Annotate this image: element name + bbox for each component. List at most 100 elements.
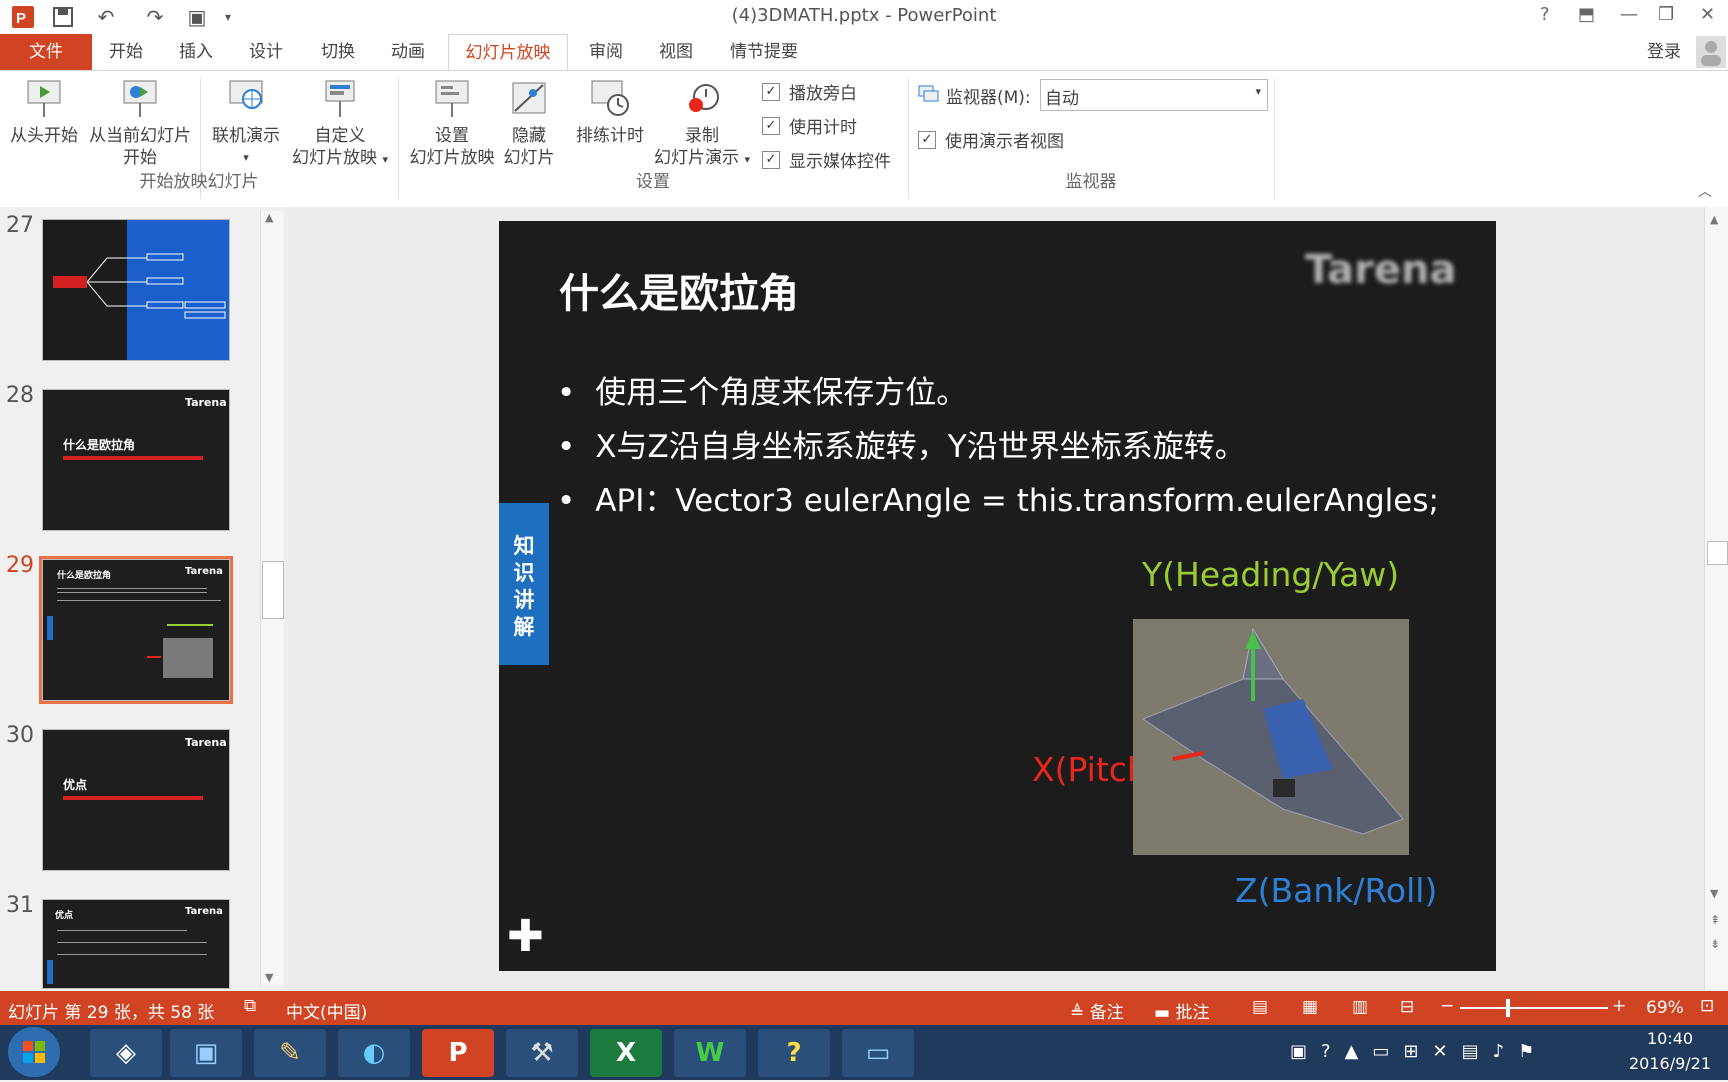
setup-icon (430, 77, 474, 121)
z-axis-label: Z(Bank/Roll) (1235, 871, 1438, 910)
hide-slide-button[interactable]: 隐藏 幻灯片 (500, 77, 558, 169)
status-bar: 幻灯片 第 29 张，共 58 张 ⧉ 中文(中国) ≜ 备注 ▬ 批注 ▤ ▦… (0, 991, 1728, 1025)
tab-design[interactable]: 设计 (236, 34, 296, 70)
login-link[interactable]: 登录 (1636, 34, 1692, 70)
thumbnail-title: 什么是欧拉角 (57, 571, 112, 581)
tools-app-icon[interactable]: ⚒ (506, 1029, 578, 1077)
thumbnail-slide-31[interactable]: Tarena 优点 (42, 899, 230, 989)
scroll-up-icon[interactable]: ▲ (265, 211, 273, 224)
monitor-select-value: 自动 (1045, 89, 1079, 109)
checkmark-icon: ✓ (762, 82, 780, 101)
checkmark-icon: ✓ (762, 150, 780, 169)
collapse-ribbon-icon[interactable]: ︿ (1698, 181, 1712, 201)
reading-view-icon[interactable]: ▥ (1352, 997, 1368, 1017)
ribbon-tabs: 文件 开始 插入 设计 切换 动画 幻灯片放映 审阅 视图 情节提要 登录 (0, 34, 1728, 71)
thumbnail-slide-29[interactable]: Tarena 什么是欧拉角 (39, 556, 233, 704)
use-presenter-view-checkbox[interactable]: ✓ 使用演示者视图 (918, 127, 1064, 152)
ribbon-display-options-icon[interactable]: ⬒ (1578, 4, 1595, 25)
thumbnail-number: 27 (6, 213, 34, 238)
tab-transitions[interactable]: 切换 (308, 34, 368, 70)
set-up-slide-show-button[interactable]: 设置 幻灯片放映 (404, 77, 500, 169)
comments-button[interactable]: ▬ 批注 (1154, 998, 1209, 1023)
zoom-in-icon[interactable]: + (1612, 996, 1626, 1016)
current-slide[interactable]: 什么是欧拉角 Tarena • 使用三个角度来保存方位。 • X与Z沿自身坐标系旋转… (499, 221, 1496, 971)
clock-time: 10:40 (1646, 1029, 1694, 1048)
slide-title[interactable]: 什么是欧拉角 (559, 261, 799, 319)
record-slide-show-button[interactable]: 录制 幻灯片演示 ▾ (650, 77, 754, 171)
scrollbar-thumb[interactable] (1707, 541, 1728, 565)
y-axis-label: Y(Heading/Yaw) (1142, 555, 1400, 594)
from-current-slide-button[interactable]: 从当前幻灯片 开始 (84, 77, 196, 169)
excel-app-icon[interactable]: X (590, 1029, 662, 1077)
bullet-item[interactable]: • X与Z沿自身坐标系旋转，Y沿世界坐标系旋转。 (557, 421, 1246, 466)
zoom-slider[interactable] (1460, 999, 1608, 1017)
use-timings-checkbox[interactable]: ✓ 使用计时 (762, 113, 857, 138)
thumbnail-mindmap-lines (87, 253, 226, 319)
network-app-icon[interactable]: ▣ (170, 1029, 242, 1077)
scroll-down-icon[interactable]: ▼ (1710, 887, 1718, 900)
projector-play-icon (22, 77, 66, 121)
thumbnail-text-lines (57, 588, 207, 593)
monitor-select[interactable]: 自动 ▾ (1040, 79, 1268, 111)
next-slide-icon[interactable]: ⇟ (1710, 937, 1720, 951)
thumbnail-slide-30[interactable]: Tarena 优点 (42, 729, 230, 871)
ribbon: 从头开始 从当前幻灯片 开始 联机演示 ▾ 自定义 幻灯片放映 ▾ 开始放映幻灯… (0, 70, 1728, 208)
thumbnail-slide-27[interactable] (42, 219, 230, 361)
zoom-level[interactable]: 69% (1646, 998, 1684, 1018)
thumbnail-number: 31 (6, 893, 34, 918)
present-online-button[interactable]: 联机演示 ▾ (206, 77, 286, 169)
close-button[interactable]: ✕ (1700, 4, 1715, 25)
comment-icon: ▬ (1154, 1003, 1171, 1023)
stealth-jet-image[interactable] (1133, 619, 1409, 855)
paint-app-icon[interactable]: ✎ (254, 1029, 326, 1077)
unity-app-icon[interactable]: ◈ (90, 1029, 162, 1077)
help-app-icon[interactable]: ? (758, 1029, 830, 1077)
play-narrations-checkbox[interactable]: ✓ 播放旁白 (762, 79, 857, 104)
bullet-item[interactable]: • API：Vector3 eulerAngle = this.transform… (557, 475, 1439, 520)
tab-review[interactable]: 审阅 (576, 34, 636, 70)
tab-file[interactable]: 文件 (0, 34, 92, 70)
language-indicator[interactable]: 中文(中国) (286, 998, 367, 1023)
explorer-app-icon[interactable]: ▭ (842, 1029, 914, 1077)
from-beginning-button[interactable]: 从头开始 (4, 77, 84, 147)
zoom-out-icon[interactable]: − (1440, 996, 1454, 1016)
fit-slide-icon[interactable]: ⊡ (1700, 996, 1714, 1016)
tab-storyboarding[interactable]: 情节提要 (718, 34, 810, 70)
system-tray-icons[interactable]: ▣?▲▭⊞✕▤♪⚑ (1290, 1041, 1548, 1062)
slide-show-view-icon[interactable]: ⊟ (1400, 997, 1414, 1017)
custom-slide-show-button[interactable]: 自定义 幻灯片放映 ▾ (288, 77, 392, 171)
thumbnail-slide-28[interactable]: Tarena 什么是欧拉角 (42, 389, 230, 531)
start-button[interactable] (8, 1027, 60, 1077)
clock[interactable]: 10:40 2016/9/21 (1620, 1029, 1720, 1073)
help-button[interactable]: ? (1540, 4, 1550, 25)
tab-slide-show[interactable]: 幻灯片放映 (448, 34, 568, 71)
rehearse-clock-icon (588, 77, 632, 121)
browser-app-icon[interactable]: W (674, 1029, 746, 1077)
bullet-item[interactable]: • 使用三个角度来保存方位。 (557, 367, 967, 412)
scroll-up-icon[interactable]: ▲ (1710, 213, 1718, 226)
powerpoint-app-icon[interactable]: P (422, 1029, 494, 1077)
avatar[interactable] (1696, 36, 1726, 68)
zoom-slider-thumb[interactable] (1506, 999, 1510, 1017)
tab-home[interactable]: 开始 (96, 34, 156, 70)
group-label-monitors: 监视器 (1065, 172, 1117, 192)
checkmark-icon: ✓ (762, 116, 780, 135)
tab-view[interactable]: 视图 (646, 34, 706, 70)
normal-view-icon[interactable]: ▤ (1252, 997, 1268, 1017)
chat-app-icon[interactable]: ◐ (338, 1029, 410, 1077)
group-separator (1274, 79, 1275, 199)
thumbnail-scrollbar[interactable]: ▲ ▼ (260, 211, 284, 985)
bullet-dot-icon: • (557, 429, 576, 465)
notes-button[interactable]: ≜ 备注 (1070, 998, 1124, 1023)
minimize-button[interactable]: — (1620, 4, 1638, 25)
tab-animations[interactable]: 动画 (378, 34, 438, 70)
main-scrollbar[interactable]: ▲ ▼ ⇞ ⇟ (1704, 207, 1728, 990)
slide-sorter-icon[interactable]: ▦ (1302, 997, 1318, 1017)
restore-button[interactable]: ❐ (1658, 4, 1674, 25)
scroll-down-icon[interactable]: ▼ (265, 971, 273, 984)
spell-check-icon[interactable]: ⧉ (244, 996, 256, 1016)
previous-slide-icon[interactable]: ⇞ (1710, 913, 1720, 927)
tab-insert[interactable]: 插入 (166, 34, 226, 70)
scrollbar-thumb[interactable] (262, 561, 284, 619)
rehearse-timings-button[interactable]: 排练计时 (568, 77, 652, 147)
